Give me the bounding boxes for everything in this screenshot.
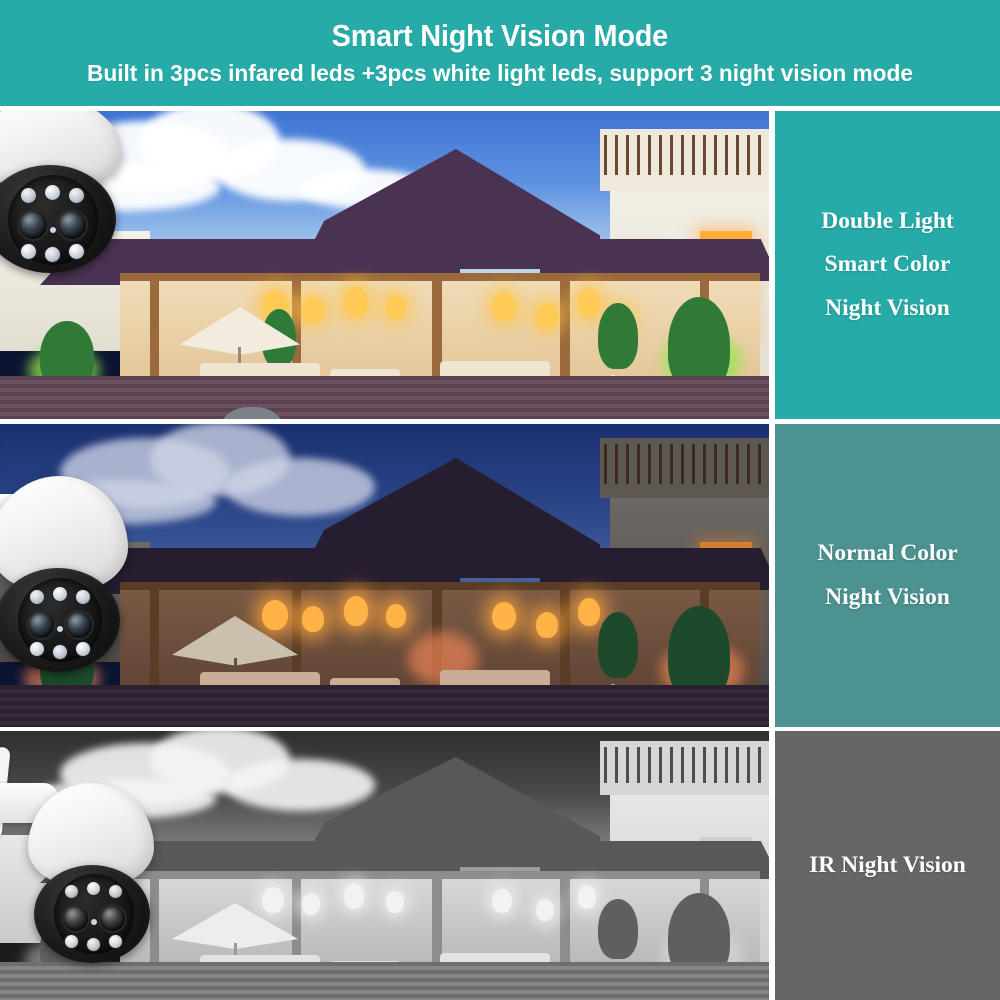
scene-image-ir xyxy=(0,731,775,1000)
label-panel-double-light: Double Light Smart Color Night Vision xyxy=(775,111,1000,419)
post xyxy=(150,279,159,391)
row-normal-color: Normal Color Night Vision xyxy=(0,424,1000,727)
label-line: Smart Color xyxy=(824,251,951,278)
white-light-led xyxy=(68,243,85,260)
wood-deck xyxy=(0,375,769,419)
hanging-lamp xyxy=(578,598,600,626)
ptz-camera xyxy=(0,737,174,999)
camera-lens xyxy=(61,904,90,933)
label-panel-ir-night-vision: IR Night Vision xyxy=(775,731,1000,1000)
hanging-lamp xyxy=(344,883,364,909)
white-light-led xyxy=(29,641,45,657)
camera-face xyxy=(18,578,102,662)
post xyxy=(560,279,570,391)
comparison-rows: Double Light Smart Color Night Vision No… xyxy=(0,106,1000,1000)
label-line: Night Vision xyxy=(825,294,950,321)
post xyxy=(560,588,570,700)
page-subtitle: Built in 3pcs infared leds +3pcs white l… xyxy=(87,60,913,87)
hanging-lamp xyxy=(302,893,320,915)
camera-face xyxy=(54,874,134,954)
row-double-light-smart-color: Double Light Smart Color Night Vision xyxy=(0,111,1000,419)
post xyxy=(150,588,159,700)
plant xyxy=(598,899,638,959)
ir-led xyxy=(20,187,37,204)
hanging-lamp xyxy=(386,891,404,913)
balcony-railing xyxy=(604,444,769,484)
label-panel-normal-color: Normal Color Night Vision xyxy=(775,424,1000,727)
scene-image-double-light xyxy=(0,111,775,419)
hanging-lamp xyxy=(578,885,596,909)
white-light-led xyxy=(75,641,91,657)
camera-head xyxy=(34,865,150,963)
hanging-lamp xyxy=(492,889,512,913)
camera-lens xyxy=(64,610,94,640)
page-title: Smart Night Vision Mode xyxy=(331,17,669,53)
cloud xyxy=(225,458,375,516)
white-light-led xyxy=(86,881,101,896)
wood-deck xyxy=(0,684,769,727)
white-light-led xyxy=(20,243,37,260)
hanging-lamp xyxy=(536,612,558,638)
ir-led xyxy=(68,187,85,204)
label-line: Night Vision xyxy=(825,583,950,610)
ir-led xyxy=(44,246,61,263)
hanging-lamp xyxy=(302,606,324,632)
sensor-dot xyxy=(50,227,56,233)
hanging-lamp xyxy=(386,604,406,628)
white-light-led xyxy=(108,934,123,949)
balcony-railing xyxy=(604,135,769,175)
hanging-lamp xyxy=(536,899,554,921)
cloud xyxy=(225,759,375,811)
intruder-figure xyxy=(196,407,326,419)
ir-led xyxy=(75,589,91,605)
hanging-lamp xyxy=(492,293,516,321)
hanging-lamp xyxy=(536,303,558,329)
header-banner: Smart Night Vision Mode Built in 3pcs in… xyxy=(0,0,1000,106)
hanging-lamp xyxy=(492,602,516,630)
white-light-led xyxy=(44,184,61,201)
label-line: IR Night Vision xyxy=(809,851,966,878)
white-light-led xyxy=(64,934,79,949)
sensor-dot xyxy=(91,919,97,925)
row-ir-night-vision: IR Night Vision xyxy=(0,731,1000,1000)
label-line: Double Light xyxy=(821,207,954,234)
camera-head xyxy=(0,568,120,672)
camera-lens xyxy=(98,904,127,933)
white-light-led xyxy=(52,586,68,602)
ir-led xyxy=(86,937,101,952)
balcony-railing xyxy=(604,747,769,783)
ir-led xyxy=(108,884,123,899)
hanging-lamp xyxy=(578,289,600,317)
label-line: Normal Color xyxy=(817,540,958,566)
camera-lens xyxy=(56,209,88,241)
hanging-lamp xyxy=(344,596,368,626)
beam xyxy=(120,871,760,879)
product-infographic: Smart Night Vision Mode Built in 3pcs in… xyxy=(0,0,1000,1000)
plant xyxy=(598,303,638,369)
hanging-lamp xyxy=(386,295,406,319)
camera-lens xyxy=(17,209,49,241)
hanging-lamp xyxy=(344,287,368,317)
hanging-lamp xyxy=(302,297,324,323)
ptz-camera xyxy=(0,111,140,299)
camera-lens xyxy=(26,610,56,640)
plant xyxy=(598,612,638,678)
ir-led xyxy=(64,884,79,899)
sensor-dot xyxy=(57,626,63,632)
scene-image-normal-color xyxy=(0,424,775,727)
beam xyxy=(120,273,760,281)
ir-led xyxy=(29,589,45,605)
beam xyxy=(120,582,760,590)
camera-face xyxy=(8,175,98,265)
ptz-camera xyxy=(0,433,150,690)
ir-led xyxy=(52,644,68,660)
